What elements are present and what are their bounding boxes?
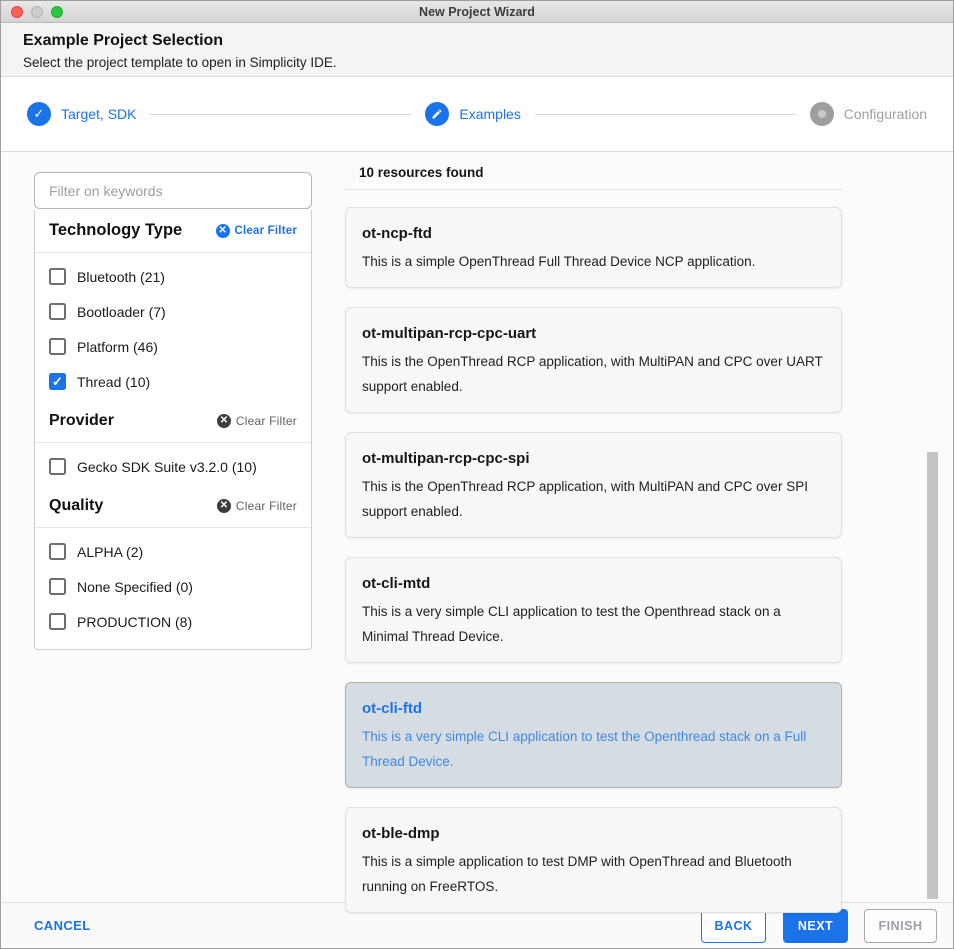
filter-option-label: ALPHA (2) <box>77 544 143 560</box>
pencil-icon <box>425 102 449 126</box>
page-subtitle: Select the project template to open in S… <box>23 55 931 70</box>
checkbox[interactable] <box>49 543 66 560</box>
checkbox[interactable] <box>49 613 66 630</box>
card-description: This is a very simple CLI application to… <box>362 599 825 649</box>
filter-section-quality: Quality ✕ Clear Filter <box>35 486 311 528</box>
card-description: This is a simple OpenThread Full Thread … <box>362 249 825 274</box>
card-title: ot-ble-dmp <box>362 825 825 842</box>
card-title: ot-multipan-rcp-cpc-uart <box>362 325 825 342</box>
wizard-stepper: ✓ Target, SDK Examples Configuration <box>1 77 953 152</box>
filter-section-provider: Provider ✕ Clear Filter <box>35 401 311 443</box>
window-title: New Project Wizard <box>1 5 953 19</box>
checkbox[interactable] <box>49 578 66 595</box>
filter-option-thread[interactable]: Thread (10) <box>35 364 311 399</box>
card-title: ot-cli-ftd <box>362 700 825 717</box>
page-header: Example Project Selection Select the pro… <box>1 23 953 77</box>
filter-section-title: Quality <box>49 497 103 515</box>
filter-section-technology-type: Technology Type ✕ Clear Filter <box>35 210 311 253</box>
filter-option-label: Bluetooth (21) <box>77 269 165 285</box>
filter-option-bootloader[interactable]: Bootloader (7) <box>35 294 311 329</box>
step-configuration[interactable]: Configuration <box>810 102 927 126</box>
filter-panel: Technology Type ✕ Clear Filter Bluetooth… <box>34 210 312 650</box>
back-button[interactable]: BACK <box>701 909 766 943</box>
page-title: Example Project Selection <box>23 32 931 50</box>
quality-options: ALPHA (2) None Specified (0) PRODUCTION … <box>35 528 311 641</box>
filter-sidebar: Technology Type ✕ Clear Filter Bluetooth… <box>34 172 312 650</box>
checkbox[interactable] <box>49 373 66 390</box>
clear-filter-provider-button[interactable]: ✕ Clear Filter <box>217 414 297 428</box>
provider-options: Gecko SDK Suite v3.2.0 (10) <box>35 443 311 486</box>
dot-icon <box>810 102 834 126</box>
filter-option-gecko-sdk[interactable]: Gecko SDK Suite v3.2.0 (10) <box>35 449 311 484</box>
filter-option-production[interactable]: PRODUCTION (8) <box>35 604 311 639</box>
clear-filter-label: Clear Filter <box>236 414 297 428</box>
checkbox[interactable] <box>49 303 66 320</box>
step-label: Examples <box>459 106 520 122</box>
filter-option-label: Gecko SDK Suite v3.2.0 (10) <box>77 459 257 475</box>
results-count: 10 resources found <box>345 165 842 180</box>
filter-option-platform[interactable]: Platform (46) <box>35 329 311 364</box>
checkbox[interactable] <box>49 338 66 355</box>
clear-circle-x-icon: ✕ <box>216 224 230 238</box>
filter-section-title: Provider <box>49 412 114 430</box>
example-card-ot-ble-dmp[interactable]: ot-ble-dmp This is a simple application … <box>345 807 842 913</box>
filter-option-label: Platform (46) <box>77 339 158 355</box>
check-icon: ✓ <box>27 102 51 126</box>
step-target-sdk[interactable]: ✓ Target, SDK <box>27 102 136 126</box>
filter-option-alpha[interactable]: ALPHA (2) <box>35 534 311 569</box>
example-card-ot-cli-mtd[interactable]: ot-cli-mtd This is a very simple CLI app… <box>345 557 842 663</box>
card-description: This is the OpenThread RCP application, … <box>362 349 825 399</box>
card-description: This is the OpenThread RCP application, … <box>362 474 825 524</box>
clear-filter-quality-button[interactable]: ✕ Clear Filter <box>217 499 297 513</box>
example-card-ot-cli-ftd[interactable]: ot-cli-ftd This is a very simple CLI app… <box>345 682 842 788</box>
filter-option-bluetooth[interactable]: Bluetooth (21) <box>35 259 311 294</box>
filter-section-title: Technology Type <box>49 221 182 240</box>
card-description: This is a simple application to test DMP… <box>362 849 825 899</box>
filter-option-label: None Specified (0) <box>77 579 193 595</box>
example-card-ot-multipan-rcp-cpc-uart[interactable]: ot-multipan-rcp-cpc-uart This is the Ope… <box>345 307 842 413</box>
results-panel: 10 resources found ot-ncp-ftd This is a … <box>345 165 842 913</box>
card-title: ot-ncp-ftd <box>362 225 825 242</box>
example-card-ot-multipan-rcp-cpc-spi[interactable]: ot-multipan-rcp-cpc-spi This is the Open… <box>345 432 842 538</box>
clear-circle-x-icon: ✕ <box>217 499 231 513</box>
stepper-connector <box>535 114 796 115</box>
clear-circle-x-icon: ✕ <box>217 414 231 428</box>
card-title: ot-cli-mtd <box>362 575 825 592</box>
filter-option-none-specified[interactable]: None Specified (0) <box>35 569 311 604</box>
checkbox[interactable] <box>49 458 66 475</box>
stepper-connector <box>150 114 411 115</box>
new-project-wizard-window: New Project Wizard Example Project Selec… <box>0 0 954 949</box>
step-label: Target, SDK <box>61 106 136 122</box>
example-card-ot-ncp-ftd[interactable]: ot-ncp-ftd This is a simple OpenThread F… <box>345 207 842 288</box>
step-label: Configuration <box>844 106 927 122</box>
keyword-filter-input[interactable] <box>34 172 312 209</box>
checkbox[interactable] <box>49 268 66 285</box>
finish-button[interactable]: FINISH <box>864 909 937 943</box>
filter-option-label: Bootloader (7) <box>77 304 166 320</box>
clear-filter-label: Clear Filter <box>235 225 297 237</box>
card-title: ot-multipan-rcp-cpc-spi <box>362 450 825 467</box>
wizard-content: Technology Type ✕ Clear Filter Bluetooth… <box>1 152 953 902</box>
filter-option-label: PRODUCTION (8) <box>77 614 192 630</box>
cancel-button[interactable]: CANCEL <box>34 918 91 933</box>
results-divider <box>345 189 842 190</box>
titlebar: New Project Wizard <box>1 1 953 23</box>
next-button[interactable]: NEXT <box>783 909 848 943</box>
clear-filter-label: Clear Filter <box>236 499 297 513</box>
scrollbar-thumb[interactable] <box>927 452 938 899</box>
step-examples[interactable]: Examples <box>425 102 520 126</box>
clear-filter-technology-button[interactable]: ✕ Clear Filter <box>216 224 297 238</box>
technology-type-options: Bluetooth (21) Bootloader (7) Platform (… <box>35 253 311 401</box>
card-description: This is a very simple CLI application to… <box>362 724 825 774</box>
example-card-list: ot-ncp-ftd This is a simple OpenThread F… <box>345 207 842 913</box>
filter-option-label: Thread (10) <box>77 374 150 390</box>
